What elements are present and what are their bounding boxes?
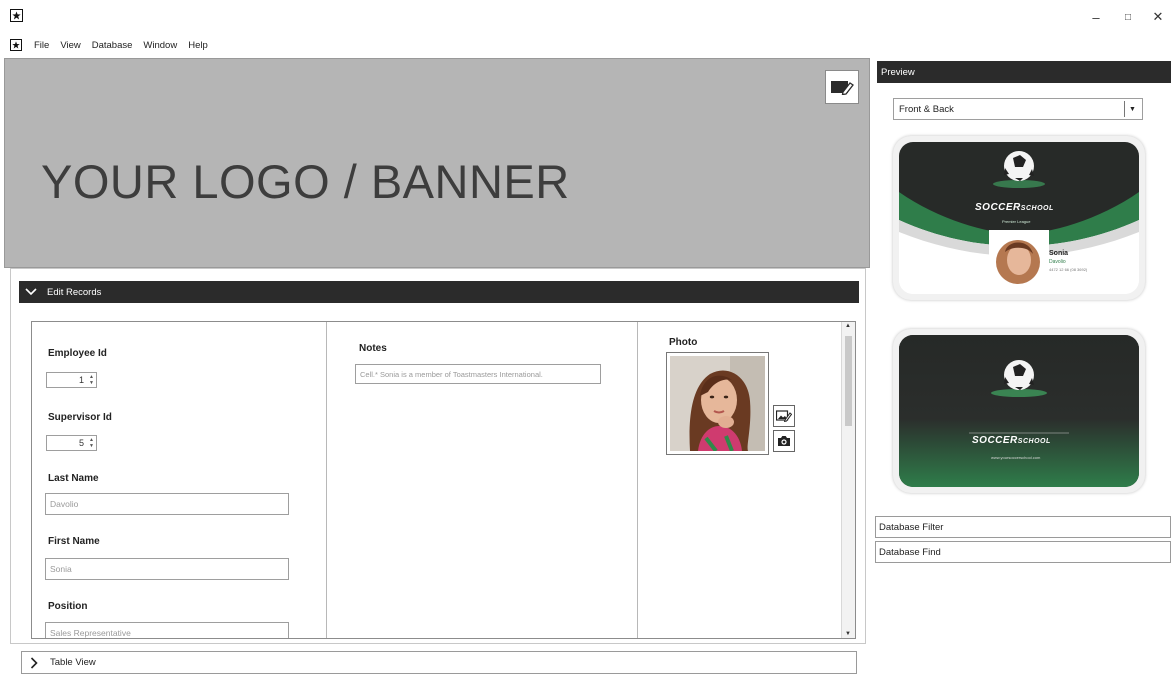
preview-mode-select[interactable]: Front & Back ▼: [893, 98, 1143, 120]
position-field[interactable]: Sales Representative: [45, 622, 289, 638]
stepper-arrows-icon[interactable]: ▲ ▼: [89, 437, 94, 449]
edit-photo-button[interactable]: [773, 405, 795, 427]
menu-app-icon[interactable]: [10, 39, 22, 51]
first-name-field[interactable]: Sonia: [45, 558, 289, 580]
menu-help[interactable]: Help: [188, 40, 208, 51]
maximize-button[interactable]: □: [1117, 8, 1139, 26]
preview-header: Preview: [877, 61, 1171, 83]
column-divider: [326, 322, 327, 638]
menu-file[interactable]: File: [34, 40, 49, 51]
database-filter-panel[interactable]: Database Filter: [875, 516, 1171, 538]
edit-records-panel: Edit Records Employee Id 1 ▲ ▼ Supervisor…: [10, 268, 866, 644]
scroll-up-icon[interactable]: ▲: [845, 323, 851, 329]
edit-banner-button[interactable]: [825, 70, 859, 104]
stepper-arrows-icon[interactable]: ▲ ▼: [89, 374, 94, 386]
edit-records-header[interactable]: Edit Records: [19, 281, 859, 303]
database-filter-label: Database Filter: [879, 521, 944, 533]
table-view-title: Table View: [50, 657, 96, 668]
notes-field[interactable]: Cell.* Sonia is a member of Toastmasters…: [355, 364, 601, 384]
menu-window[interactable]: Window: [143, 40, 177, 51]
notes-label: Notes: [359, 343, 387, 354]
record-form: Employee Id 1 ▲ ▼ Supervisor Id 5 ▲ ▼ Last…: [31, 321, 856, 639]
edit-records-title: Edit Records: [47, 286, 102, 298]
menu-bar: File View Database Window Help: [0, 36, 219, 54]
position-label: Position: [48, 601, 88, 612]
form-scrollbar[interactable]: ▲ ▼: [841, 322, 855, 638]
app-star-icon: [10, 9, 23, 22]
scrollbar-thumb[interactable]: [845, 336, 852, 426]
card-front-preview: SOCCERSCHOOL Premier League Sonia Davoli…: [893, 136, 1145, 300]
menu-view[interactable]: View: [60, 40, 80, 51]
back-card-url: www.yoursoccerschool.com: [991, 455, 1041, 460]
employee-id-label: Employee Id: [48, 348, 107, 359]
edit-banner-icon: [831, 81, 854, 95]
supervisor-id-label: Supervisor Id: [48, 412, 112, 423]
first-name-label: First Name: [48, 536, 100, 547]
camera-icon: [778, 436, 790, 446]
close-button[interactable]: ✕: [1147, 8, 1169, 26]
preview-title: Preview: [881, 66, 915, 78]
last-name-label: Last Name: [48, 473, 99, 484]
logo-banner: YOUR LOGO / BANNER: [4, 58, 870, 268]
position-field-clip: Sales Representative: [45, 622, 289, 638]
column-divider: [637, 322, 638, 638]
back-card-brand: SOCCERSCHOOL: [972, 435, 1051, 446]
menu-database[interactable]: Database: [92, 40, 133, 51]
photo-frame: [666, 352, 769, 455]
front-card-first-name: Sonia: [1049, 250, 1069, 257]
front-card-last-name: Davolio: [1049, 259, 1066, 265]
front-card-tagline: Premier League: [1002, 219, 1031, 224]
chevron-down-icon[interactable]: ▼: [1124, 101, 1140, 117]
front-card-brand: SOCCERSCHOOL: [975, 202, 1054, 213]
edit-image-icon: [776, 410, 792, 422]
camera-button[interactable]: [773, 430, 795, 452]
database-find-label: Database Find: [879, 546, 941, 558]
title-bar: – □ ✕: [0, 0, 1173, 32]
chevron-down-icon: [25, 288, 37, 296]
employee-photo: [670, 356, 765, 451]
employee-id-stepper[interactable]: 1 ▲ ▼: [46, 372, 97, 388]
banner-text: YOUR LOGO / BANNER: [41, 155, 570, 208]
chevron-right-icon: [30, 656, 38, 669]
minimize-button[interactable]: –: [1085, 8, 1107, 26]
scroll-down-icon[interactable]: ▼: [845, 631, 851, 637]
card-back-preview: SOCCERSCHOOL www.yoursoccerschool.com: [893, 329, 1145, 493]
supervisor-id-stepper[interactable]: 5 ▲ ▼: [46, 435, 97, 451]
database-find-panel[interactable]: Database Find: [875, 541, 1171, 563]
photo-label: Photo: [669, 337, 698, 348]
front-card-phone: 4472 12 66 (08 3692): [1049, 267, 1088, 272]
table-view-header[interactable]: Table View: [21, 651, 857, 674]
last-name-field[interactable]: Davolio: [45, 493, 289, 515]
